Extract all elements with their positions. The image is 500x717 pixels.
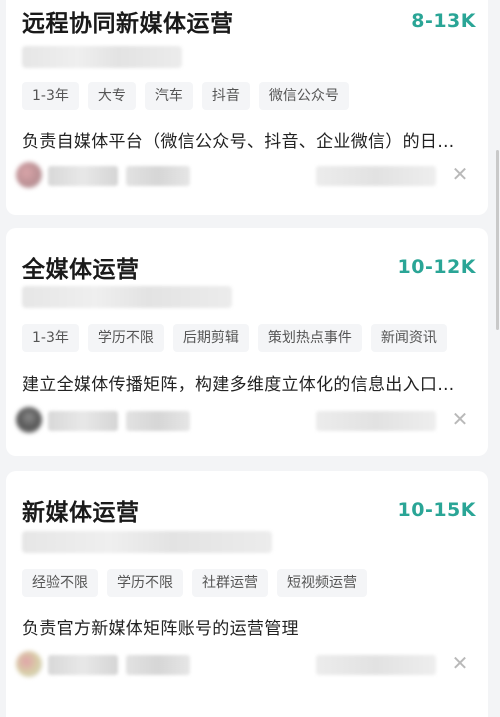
close-icon[interactable]: ✕ [448, 162, 472, 186]
job-card-footer: ✕ [16, 160, 478, 190]
tag: 微信公众号 [258, 82, 349, 110]
avatar [16, 162, 42, 188]
tag: 社群运营 [192, 569, 268, 597]
tag: 后期剪辑 [172, 324, 249, 352]
tag: 短视频运营 [277, 569, 367, 597]
recruiter-title-blurred [126, 411, 190, 431]
tag-list: 1-3年 学历不限 后期剪辑 策划热点事件 新闻资讯 [22, 324, 447, 352]
location-blurred [316, 655, 436, 675]
tag: 学历不限 [87, 324, 164, 352]
tag: 抖音 [201, 82, 250, 110]
salary: 10-15K [397, 499, 476, 521]
tag: 汽车 [144, 82, 193, 110]
job-title: 全媒体运营 [22, 257, 140, 283]
location-blurred [316, 411, 436, 431]
scrollbar[interactable] [496, 150, 499, 330]
job-title: 新媒体运营 [22, 500, 140, 526]
recruiter-title-blurred [126, 166, 190, 186]
job-card-footer: ✕ [16, 649, 478, 679]
tag-list: 1-3年 大专 汽车 抖音 微信公众号 [22, 82, 349, 110]
salary: 8-13K [411, 10, 476, 32]
location-blurred [316, 166, 436, 186]
tag: 学历不限 [107, 569, 183, 597]
job-card-header: 新媒体运营 10-15K [22, 493, 476, 527]
salary: 10-12K [397, 256, 476, 278]
recruiter-title-blurred [126, 655, 190, 675]
company-name-blurred [22, 286, 232, 308]
job-card-header: 远程协同新媒体运营 8-13K [22, 4, 476, 38]
job-card[interactable]: 全媒体运营 10-12K 1-3年 学历不限 后期剪辑 策划热点事件 新闻资讯 … [6, 228, 488, 456]
job-description: 负责自媒体平台（微信公众号、抖音、企业微信）的日… [22, 132, 455, 152]
tag-list: 经验不限 学历不限 社群运营 短视频运营 [22, 569, 367, 597]
close-icon[interactable]: ✕ [448, 651, 472, 675]
job-card-footer: ✕ [16, 405, 478, 435]
recruiter-name-blurred [48, 166, 118, 186]
company-name-blurred [22, 46, 182, 68]
recruiter-name-blurred [48, 655, 118, 675]
job-description: 建立全媒体传播矩阵，构建多维度立体化的信息出入口… [22, 375, 455, 395]
job-card-header: 全媒体运营 10-12K [22, 250, 476, 284]
avatar [16, 407, 42, 433]
tag: 经验不限 [22, 569, 98, 597]
tag: 策划热点事件 [257, 324, 362, 352]
tag: 1-3年 [22, 82, 79, 110]
tag: 大专 [87, 82, 136, 110]
job-card[interactable]: 远程协同新媒体运营 8-13K 1-3年 大专 汽车 抖音 微信公众号 负责自媒… [6, 0, 488, 215]
job-list: 远程协同新媒体运营 8-13K 1-3年 大专 汽车 抖音 微信公众号 负责自媒… [0, 0, 500, 717]
company-name-blurred [22, 531, 272, 553]
close-icon[interactable]: ✕ [448, 407, 472, 431]
tag: 1-3年 [22, 324, 79, 352]
job-card[interactable]: 新媒体运营 10-15K 经验不限 学历不限 社群运营 短视频运营 负责官方新媒… [6, 471, 488, 717]
avatar [16, 651, 42, 677]
job-title: 远程协同新媒体运营 [22, 11, 234, 37]
recruiter-name-blurred [48, 411, 118, 431]
job-description: 负责官方新媒体矩阵账号的运营管理 [22, 619, 299, 639]
tag: 新闻资讯 [370, 324, 447, 352]
